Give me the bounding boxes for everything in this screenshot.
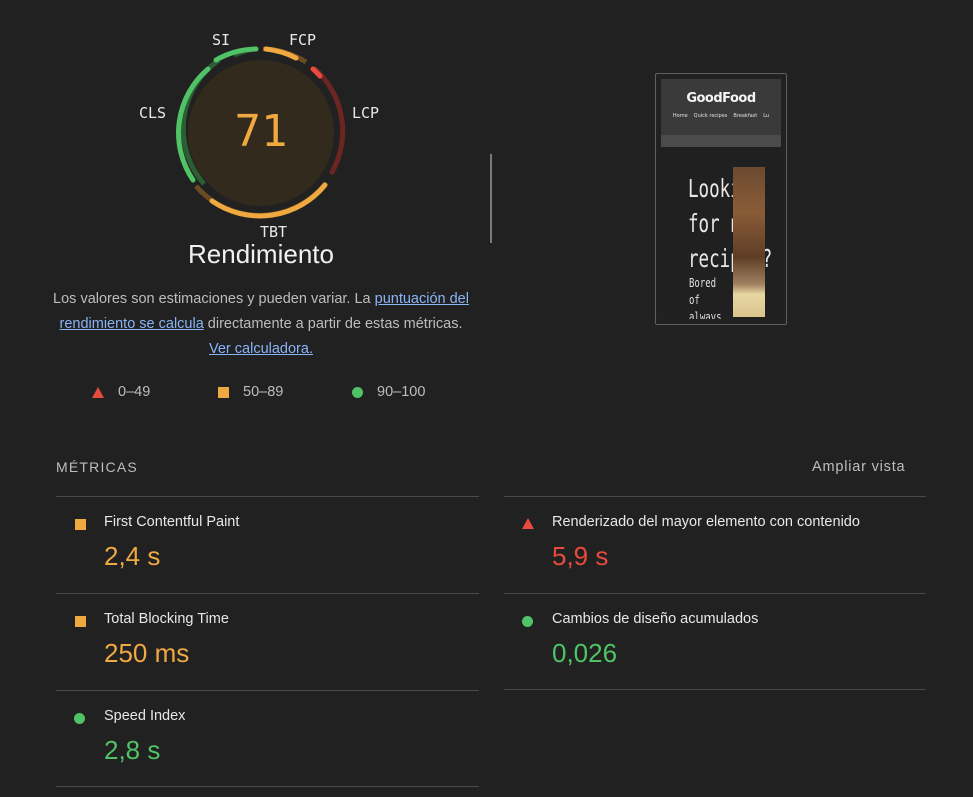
legend-average-label: 50–89 [243, 384, 284, 400]
square-icon [75, 519, 86, 530]
divider [56, 593, 479, 594]
gauge-label-lcp: LCP [352, 104, 380, 122]
triangle-icon [522, 518, 534, 529]
description-text: directamente a partir de estas métricas. [203, 316, 463, 332]
metric-name: Total Blocking Time [104, 611, 229, 627]
gauge-label-si: SI [212, 31, 231, 49]
divider [56, 690, 479, 691]
score-description: Los valores son estimaciones y pueden va… [52, 287, 470, 362]
gauge-arc-fcp [263, 46, 299, 61]
metric-value: 5,9 s [552, 541, 609, 571]
divider [56, 496, 479, 497]
metric-name: First Contentful Paint [104, 514, 240, 530]
metric-value: 250 ms [104, 638, 190, 668]
legend-fail: 0–49 [92, 384, 150, 400]
site-hero-image [733, 167, 765, 317]
triangle-icon [92, 386, 104, 398]
site-nav-item: Home [672, 113, 688, 119]
metric-name: Cambios de diseño acumulados [552, 611, 759, 627]
divider [504, 689, 926, 690]
gauge-label-fcp: FCP [289, 31, 317, 49]
legend-fail-label: 0–49 [118, 384, 151, 400]
legend-pass: 90–100 [352, 384, 425, 400]
metric-value: 2,4 s [104, 541, 161, 571]
screenshot-content: GoodFood Home Quick recipes Breakfast Lu… [661, 79, 781, 319]
final-screenshot[interactable]: GoodFood Home Quick recipes Breakfast Lu… [655, 73, 787, 325]
site-nav-item: Breakfast [733, 113, 758, 119]
metric-value: 2,8 s [104, 735, 161, 765]
score-legend: 0–49 50–89 90–100 [0, 384, 520, 404]
site-hero-subtext: Bored of always [689, 276, 722, 319]
site-logo: GoodFood [686, 91, 756, 106]
metrics-heading: MÉTRICAS [56, 459, 138, 475]
square-icon [75, 616, 86, 627]
square-icon [218, 386, 229, 398]
gauge-label-cls: CLS [139, 104, 167, 122]
site-header [661, 79, 781, 135]
expand-view-toggle[interactable]: Ampliar vista [812, 459, 905, 475]
site-nav-item: Quick recipes [693, 113, 728, 119]
divider [56, 786, 479, 787]
circle-icon [74, 713, 85, 724]
site-nav: Home Quick recipes Breakfast Lu [661, 113, 781, 119]
divider [504, 593, 926, 594]
divider [504, 496, 926, 497]
circle-icon [352, 386, 363, 398]
metric-value: 0,026 [552, 638, 618, 668]
legend-pass-label: 90–100 [377, 384, 426, 400]
site-nav-item: Lu [763, 113, 770, 119]
calculator-link[interactable]: Ver calculadora. [209, 341, 313, 357]
performance-gauge: 71 SI FCP LCP CLS TBT [130, 24, 392, 244]
circle-icon [522, 616, 533, 627]
category-title: Rendimiento [188, 239, 334, 269]
legend-average: 50–89 [218, 384, 283, 400]
description-text: Los valores son estimaciones y pueden va… [53, 291, 375, 307]
site-header-bar [661, 135, 781, 147]
metric-name: Renderizado del mayor elemento con conte… [552, 514, 860, 530]
metric-name: Speed Index [104, 708, 186, 724]
section-divider [490, 154, 492, 243]
